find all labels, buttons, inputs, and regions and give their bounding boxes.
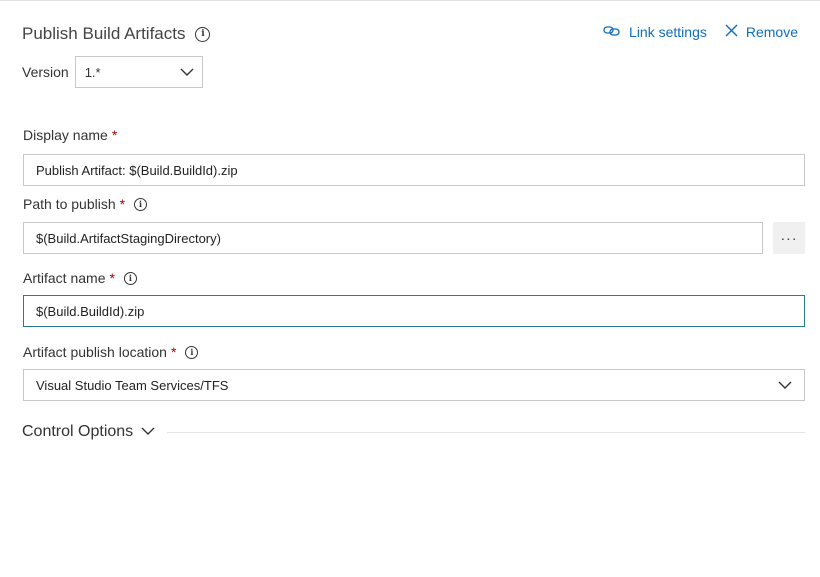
- required-marker: *: [170, 344, 177, 360]
- artifact-name-value: $(Build.BuildId).zip: [36, 303, 145, 319]
- path-to-publish-label-row: Path to publish * i: [23, 195, 805, 213]
- path-to-publish-value: $(Build.ArtifactStagingDirectory): [36, 230, 221, 246]
- path-to-publish-input[interactable]: $(Build.ArtifactStagingDirectory): [23, 222, 763, 254]
- info-icon[interactable]: i: [195, 26, 211, 42]
- artifact-name-label-row: Artifact name * i: [23, 269, 805, 287]
- artifact-publish-location-label-row: Artifact publish location * i: [23, 343, 805, 361]
- artifact-name-field: Artifact name * i $(Build.BuildId).zip: [23, 269, 805, 327]
- control-options-section: Control Options: [22, 423, 805, 441]
- top-divider: [0, 0, 820, 1]
- page-title: Publish Build Artifacts: [22, 24, 186, 43]
- task-header: Publish Build Artifacts i: [22, 24, 211, 44]
- link-settings-label: Link settings: [629, 24, 707, 40]
- path-to-publish-input-row: $(Build.ArtifactStagingDirectory) ···: [23, 222, 805, 254]
- required-marker: *: [119, 196, 126, 212]
- control-options-label: Control Options: [22, 423, 134, 440]
- chevron-down-icon: [180, 65, 194, 80]
- link-settings-button[interactable]: Link settings: [603, 24, 707, 40]
- display-name-input[interactable]: Publish Artifact: $(Build.BuildId).zip: [23, 154, 805, 186]
- artifact-publish-location-value: Visual Studio Team Services/TFS: [36, 377, 229, 393]
- artifact-name-label: Artifact name: [23, 270, 106, 286]
- section-divider: [167, 431, 805, 433]
- info-icon[interactable]: i: [123, 271, 137, 285]
- required-marker: *: [109, 270, 115, 286]
- link-icon: [603, 24, 621, 40]
- close-icon: [725, 24, 738, 40]
- artifact-publish-location-label: Artifact publish location: [23, 344, 167, 360]
- browse-button[interactable]: ···: [773, 222, 805, 254]
- version-row: Version 1.*: [22, 56, 203, 88]
- required-marker: *: [111, 127, 118, 143]
- chevron-down-icon: [778, 378, 792, 393]
- display-name-label-row: Display name *: [23, 126, 805, 144]
- info-icon[interactable]: i: [134, 197, 148, 211]
- path-to-publish-label: Path to publish: [23, 196, 116, 212]
- version-label: Version: [22, 64, 69, 80]
- artifact-name-input[interactable]: $(Build.BuildId).zip: [23, 295, 805, 327]
- version-select[interactable]: 1.*: [74, 56, 203, 88]
- display-name-field: Display name * Publish Artifact: $(Build…: [23, 126, 805, 186]
- version-value: 1.*: [84, 64, 101, 80]
- remove-label: Remove: [745, 24, 798, 40]
- artifact-publish-location-select[interactable]: Visual Studio Team Services/TFS: [23, 369, 805, 401]
- info-icon[interactable]: i: [185, 345, 199, 359]
- display-name-label: Display name: [23, 127, 108, 143]
- path-to-publish-field: Path to publish * i $(Build.ArtifactStag…: [23, 195, 805, 254]
- artifact-publish-location-field: Artifact publish location * i Visual Stu…: [23, 343, 805, 401]
- display-name-value: Publish Artifact: $(Build.BuildId).zip: [36, 162, 238, 178]
- remove-button[interactable]: Remove: [725, 24, 798, 40]
- control-options-toggle[interactable]: Control Options: [22, 423, 155, 441]
- header-actions: Link settings Remove: [603, 24, 798, 40]
- chevron-down-icon: [141, 423, 155, 441]
